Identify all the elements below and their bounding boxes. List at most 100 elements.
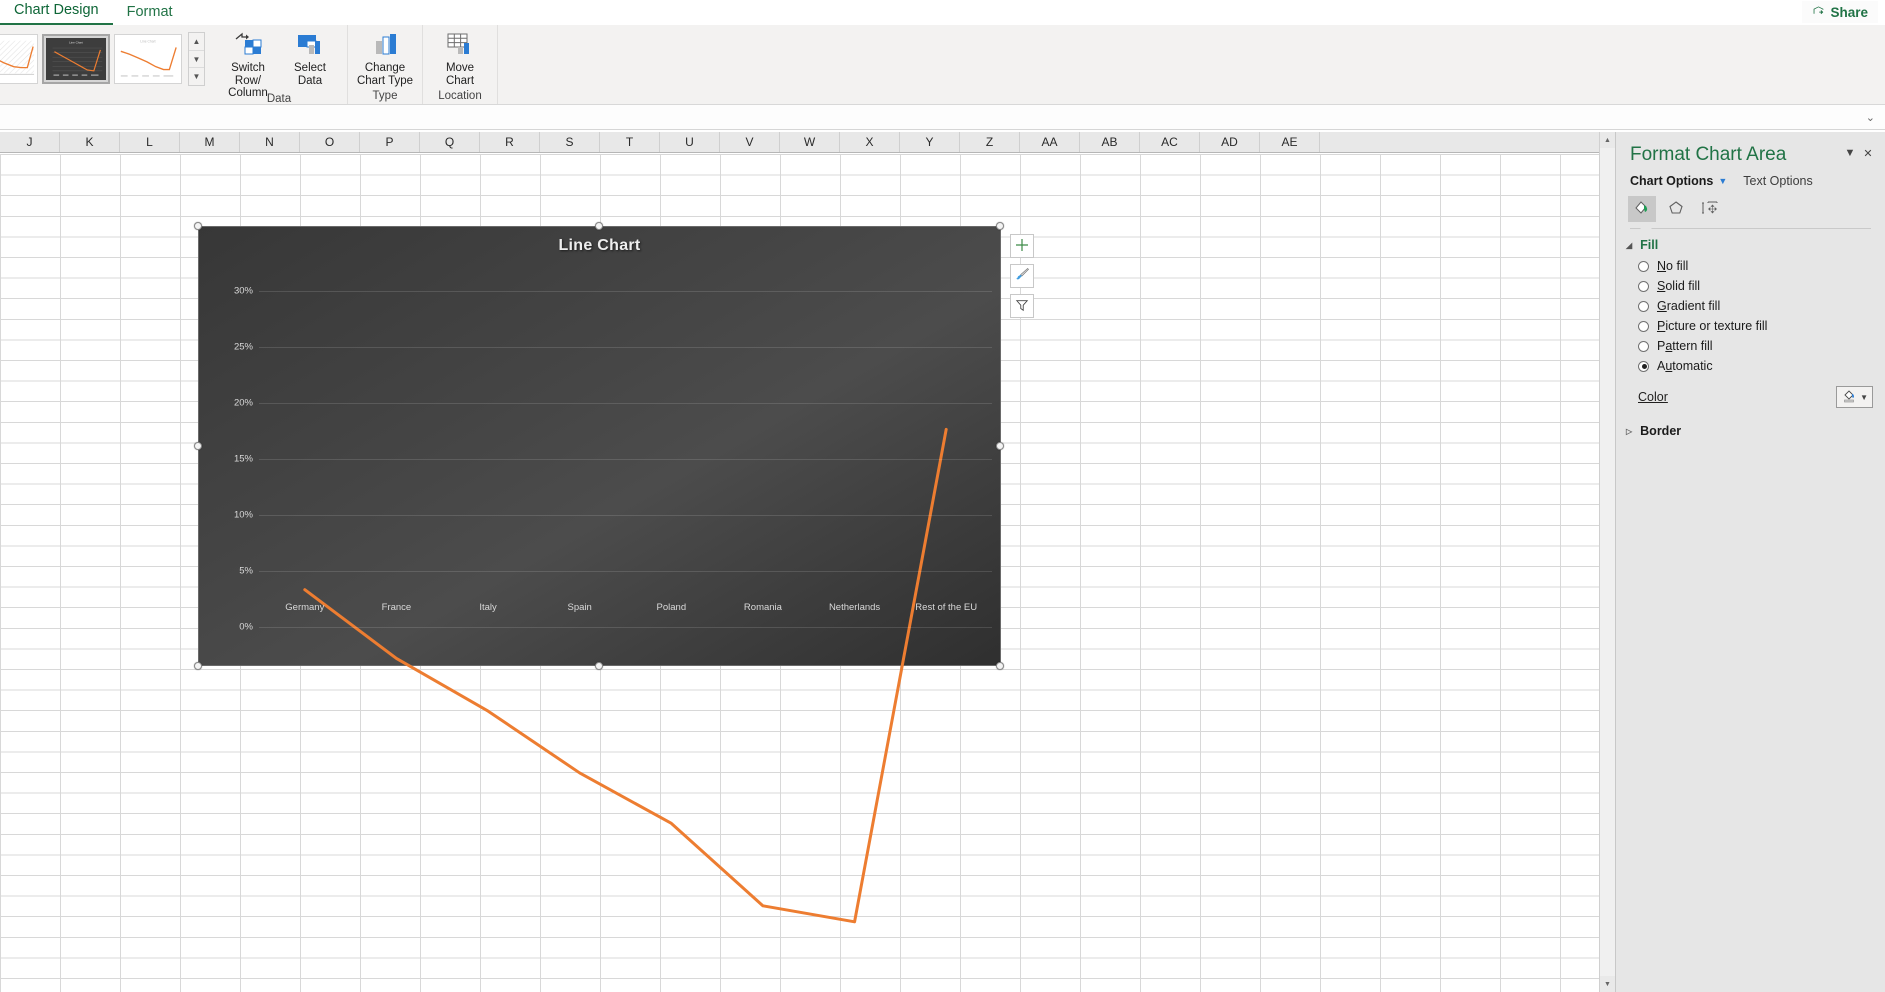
chart-area[interactable]: Line Chart 0%5%10%15%20%25%30%GermanyFra… [198,226,1001,666]
fill-option-pattern-fill[interactable]: Pattern fill [1616,336,1885,356]
resize-handle-nw[interactable] [194,222,202,230]
x-axis-category-label: Poland [657,602,687,613]
select-data-label-2: Data [298,75,322,87]
x-axis-category-label: Netherlands [829,602,880,613]
pane-divider [1630,228,1871,229]
chart-styles-gallery[interactable]: Line Chart Line Chart ▲ [0,31,205,87]
plot-line-series[interactable] [259,269,992,992]
column-header-X[interactable]: X [840,132,900,152]
gallery-scrollbar[interactable]: ▲ ▼ ▼ [188,32,205,86]
fill-option-label: Automatic [1657,359,1713,373]
formula-bar-expand-button[interactable]: ⌄ [1866,111,1875,124]
share-button[interactable]: Share [1802,1,1878,23]
fill-color-picker[interactable]: ▼ [1836,386,1873,408]
pane-close-button[interactable]: ✕ [1859,144,1877,162]
fill-option-picture-or-texture-fill[interactable]: Picture or texture fill [1616,316,1885,336]
scroll-down-button[interactable]: ▼ [1600,976,1615,992]
column-header-Q[interactable]: Q [420,132,480,152]
column-header-AA[interactable]: AA [1020,132,1080,152]
effects-tab[interactable] [1662,196,1690,222]
gallery-more-button[interactable]: ▼ [189,68,204,85]
column-header-N[interactable]: N [240,132,300,152]
gallery-thumb-2-selected[interactable]: Line Chart [42,34,110,84]
switch-row-column-label-1: Switch Row/ [231,62,265,87]
column-header-J[interactable]: J [0,132,60,152]
column-header-T[interactable]: T [600,132,660,152]
fill-option-solid-fill[interactable]: Solid fill [1616,276,1885,296]
tab-text-options[interactable]: Text Options [1743,174,1812,188]
x-axis-category-label: Rest of the EU [915,602,977,613]
gallery-thumb-1[interactable] [0,34,38,84]
chart-object[interactable]: Line Chart 0%5%10%15%20%25%30%GermanyFra… [198,226,1001,666]
radio-button[interactable] [1638,301,1649,312]
fill-and-line-tab[interactable] [1628,196,1656,222]
column-header-M[interactable]: M [180,132,240,152]
column-header-AE[interactable]: AE [1260,132,1320,152]
select-data-button[interactable]: Select Data [279,27,341,87]
resize-handle-se[interactable] [996,662,1004,670]
chart-elements-button[interactable] [1010,234,1034,258]
column-header-V[interactable]: V [720,132,780,152]
resize-handle-w[interactable] [194,442,202,450]
tab-format[interactable]: Format [113,1,187,25]
radio-button[interactable] [1638,261,1649,272]
scroll-up-button[interactable]: ▲ [1600,132,1615,148]
size-and-properties-tab[interactable] [1696,196,1724,222]
column-header-Z[interactable]: Z [960,132,1020,152]
fill-option-no-fill[interactable]: No fill [1616,256,1885,276]
plus-icon [1015,238,1029,255]
resize-handle-s[interactable] [595,662,603,670]
fill-color-icon [1841,388,1857,407]
column-header-O[interactable]: O [300,132,360,152]
fill-option-gradient-fill[interactable]: Gradient fill [1616,296,1885,316]
resize-handle-n[interactable] [595,222,603,230]
gallery-scroll-up-button[interactable]: ▲ [189,33,204,51]
column-header-S[interactable]: S [540,132,600,152]
column-header-R[interactable]: R [480,132,540,152]
radio-button[interactable] [1638,361,1649,372]
x-axis-category-label: Romania [744,602,782,613]
radio-button[interactable] [1638,321,1649,332]
radio-button[interactable] [1638,341,1649,352]
fill-section-header[interactable]: ◢ Fill [1616,229,1885,256]
chart-styles-button[interactable] [1010,264,1034,288]
gridline [259,291,992,292]
fill-option-label: Gradient fill [1657,299,1720,313]
switch-row-column-icon [232,30,264,60]
move-chart-label-2: Chart [446,75,474,87]
ribbon-group-label-type: Type [373,90,398,103]
fill-option-automatic[interactable]: Automatic [1616,356,1885,376]
y-axis-tick-label: 25% [223,342,253,353]
resize-handle-e[interactable] [996,442,1004,450]
column-header-W[interactable]: W [780,132,840,152]
column-header-P[interactable]: P [360,132,420,152]
scrollbar-thumb[interactable] [1600,148,1615,976]
ribbon-group-label-data: Data [267,93,291,106]
column-header-L[interactable]: L [120,132,180,152]
move-chart-button[interactable]: Move Chart [429,27,491,87]
pane-menu-button[interactable]: ▼ [1841,144,1859,162]
column-header-AD[interactable]: AD [1200,132,1260,152]
column-header-AB[interactable]: AB [1080,132,1140,152]
chart-title[interactable]: Line Chart [199,237,1000,255]
vertical-scrollbar[interactable]: ▲ ▼ [1599,132,1615,992]
svg-text:Line Chart: Line Chart [69,41,83,45]
column-header-AC[interactable]: AC [1140,132,1200,152]
chart-filters-button[interactable] [1010,294,1034,318]
resize-handle-sw[interactable] [194,662,202,670]
line-series-path[interactable] [305,429,946,921]
resize-handle-ne[interactable] [996,222,1004,230]
spreadsheet-grid[interactable]: JKLMNOPQRSTUVWXYZAAABACADAE Line Chart 0… [0,132,1599,992]
column-header-U[interactable]: U [660,132,720,152]
column-header-Y[interactable]: Y [900,132,960,152]
column-header-K[interactable]: K [60,132,120,152]
gallery-thumb-3[interactable]: Line Chart [114,34,182,84]
tab-chart-design[interactable]: Chart Design [0,0,113,25]
radio-button[interactable] [1638,281,1649,292]
plot-area[interactable]: 0%5%10%15%20%25%30%GermanyFranceItalySpa… [223,269,992,627]
tab-chart-options[interactable]: Chart Options ▼ [1630,174,1727,188]
border-section-header[interactable]: ▷ Border [1616,408,1885,442]
change-chart-type-button[interactable]: Change Chart Type [354,27,416,87]
gallery-scroll-down-button[interactable]: ▼ [189,51,204,69]
switch-row-column-button[interactable]: Switch Row/ Column [217,27,279,100]
